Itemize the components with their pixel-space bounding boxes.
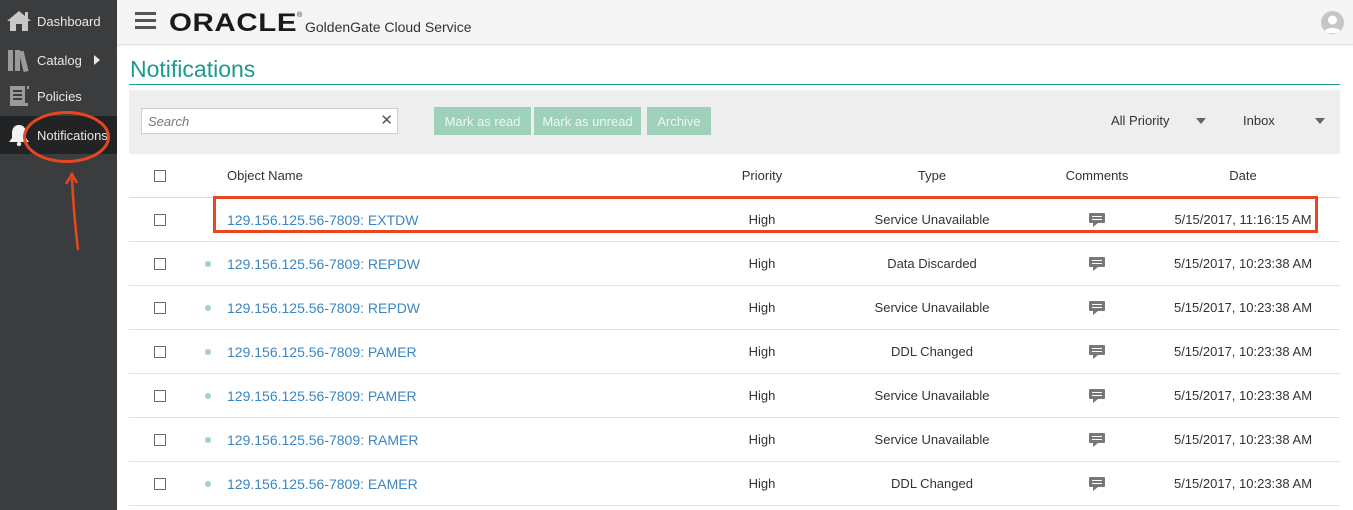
row-checkbox[interactable] bbox=[154, 213, 166, 226]
date-cell: 5/15/2017, 10:23:38 AM bbox=[1173, 432, 1313, 447]
column-header-type[interactable]: Type bbox=[862, 154, 1002, 197]
column-header-object-name[interactable]: Object Name bbox=[227, 154, 303, 197]
page-title: Notifications bbox=[130, 56, 256, 82]
comment-icon[interactable] bbox=[1089, 212, 1105, 227]
policy-icon bbox=[4, 81, 34, 111]
unread-dot-icon bbox=[205, 480, 211, 487]
date-cell: 5/15/2017, 10:23:38 AM bbox=[1173, 476, 1313, 491]
column-header-date[interactable]: Date bbox=[1173, 154, 1313, 197]
sidebar-item-notifications[interactable]: Notifications bbox=[0, 116, 117, 154]
folder-filter-value: Inbox bbox=[1243, 112, 1275, 128]
title-divider bbox=[129, 84, 1340, 85]
user-avatar-icon[interactable] bbox=[1321, 11, 1344, 34]
object-name-link[interactable]: 129.156.125.56-7809: PAMER bbox=[227, 344, 417, 360]
comment-icon[interactable] bbox=[1089, 432, 1105, 447]
table-body: 129.156.125.56-7809: EXTDW High Service Un… bbox=[129, 198, 1340, 506]
priority-cell: High bbox=[748, 256, 776, 271]
comment-icon[interactable] bbox=[1089, 344, 1105, 359]
priority-cell: High bbox=[748, 300, 776, 315]
unread-dot-icon bbox=[205, 304, 211, 311]
bell-icon bbox=[4, 120, 34, 150]
notifications-table: Object Name Priority Type Comments Date … bbox=[129, 154, 1340, 506]
mark-as-read-button[interactable]: Mark as read bbox=[434, 107, 531, 135]
select-all-checkbox[interactable] bbox=[154, 169, 166, 182]
sidebar: Dashboard Catalog Policies Notifications bbox=[0, 0, 117, 510]
sidebar-item-label: Policies bbox=[37, 88, 82, 104]
priority-cell: High bbox=[748, 344, 776, 359]
date-cell: 5/15/2017, 10:23:38 AM bbox=[1173, 300, 1313, 315]
unread-dot-icon bbox=[205, 260, 211, 267]
hamburger-menu-icon[interactable] bbox=[135, 12, 156, 30]
priority-filter-value: All Priority bbox=[1111, 112, 1170, 128]
comment-icon[interactable] bbox=[1089, 300, 1105, 315]
table-row[interactable]: 129.156.125.56-7809: EAMER High DDL Change… bbox=[129, 462, 1340, 506]
comment-icon[interactable] bbox=[1089, 256, 1105, 271]
table-row[interactable]: 129.156.125.56-7809: PAMER High DDL Change… bbox=[129, 330, 1340, 374]
sidebar-item-label: Notifications bbox=[37, 127, 108, 143]
folder-filter-select[interactable]: Inbox bbox=[1243, 108, 1333, 132]
app-header: ORACLE ® GoldenGate Cloud Service bbox=[117, 0, 1353, 45]
chevron-right-icon bbox=[93, 55, 100, 65]
priority-filter-select[interactable]: All Priority bbox=[1111, 108, 1211, 132]
sidebar-item-policies[interactable]: Policies bbox=[0, 77, 117, 115]
search-input[interactable] bbox=[142, 109, 372, 133]
type-cell: DDL Changed bbox=[891, 476, 973, 491]
comment-icon[interactable] bbox=[1089, 476, 1105, 491]
object-name-link[interactable]: 129.156.125.56-7809: EXTDW bbox=[227, 212, 418, 228]
type-cell: Service Unavailable bbox=[874, 432, 990, 447]
registered-mark: ® bbox=[297, 12, 303, 19]
object-name-link[interactable]: 129.156.125.56-7809: REPDW bbox=[227, 256, 420, 272]
service-name: GoldenGate Cloud Service bbox=[305, 19, 472, 35]
priority-cell: High bbox=[748, 432, 776, 447]
date-cell: 5/15/2017, 10:23:38 AM bbox=[1173, 344, 1313, 359]
type-cell: Service Unavailable bbox=[874, 300, 990, 315]
table-row[interactable]: 129.156.125.56-7809: RAMER High Service Un… bbox=[129, 418, 1340, 462]
table-row[interactable]: 129.156.125.56-7809: EXTDW High Service Un… bbox=[129, 198, 1340, 242]
table-row[interactable]: 129.156.125.56-7809: REPDW High Service Un… bbox=[129, 286, 1340, 330]
unread-dot-icon bbox=[205, 348, 211, 355]
priority-cell: High bbox=[748, 388, 776, 403]
table-row[interactable]: 129.156.125.56-7809: PAMER High Service Un… bbox=[129, 374, 1340, 418]
table-row[interactable]: 129.156.125.56-7809: REPDW High Data Disca… bbox=[129, 242, 1340, 286]
clear-search-icon[interactable]: ✕ bbox=[380, 112, 393, 130]
search-box: ✕ bbox=[141, 108, 398, 134]
date-cell: 5/15/2017, 10:23:38 AM bbox=[1173, 388, 1313, 403]
oracle-logo: ORACLE bbox=[169, 9, 298, 37]
table-header: Object Name Priority Type Comments Date bbox=[129, 154, 1340, 198]
type-cell: Data Discarded bbox=[887, 256, 977, 271]
object-name-link[interactable]: 129.156.125.56-7809: EAMER bbox=[227, 476, 418, 492]
type-cell: DDL Changed bbox=[891, 344, 973, 359]
toolbar: ✕ Mark as read Mark as unread Archive Al… bbox=[129, 90, 1340, 154]
home-icon bbox=[4, 6, 34, 36]
priority-cell: High bbox=[748, 476, 776, 491]
books-icon bbox=[4, 45, 34, 75]
date-cell: 5/15/2017, 11:16:15 AM bbox=[1174, 212, 1312, 227]
object-name-link[interactable]: 129.156.125.56-7809: RAMER bbox=[227, 432, 418, 448]
column-header-comments[interactable]: Comments bbox=[1047, 154, 1147, 197]
mark-as-unread-button[interactable]: Mark as unread bbox=[534, 107, 641, 135]
object-name-link[interactable]: 129.156.125.56-7809: PAMER bbox=[227, 388, 417, 404]
unread-dot-icon bbox=[205, 392, 211, 399]
sidebar-item-catalog[interactable]: Catalog bbox=[0, 41, 117, 79]
type-cell: Service Unavailable bbox=[874, 388, 990, 403]
unread-dot-icon bbox=[205, 436, 211, 443]
chevron-down-icon bbox=[1196, 118, 1206, 124]
chevron-down-icon bbox=[1315, 118, 1325, 124]
sidebar-item-dashboard[interactable]: Dashboard bbox=[0, 2, 117, 40]
sidebar-item-label: Catalog bbox=[37, 52, 82, 68]
comment-icon[interactable] bbox=[1089, 388, 1105, 403]
type-cell: Service Unavailable bbox=[874, 212, 990, 227]
column-header-priority[interactable]: Priority bbox=[712, 154, 812, 197]
date-cell: 5/15/2017, 10:23:38 AM bbox=[1173, 256, 1313, 271]
object-name-link[interactable]: 129.156.125.56-7809: REPDW bbox=[227, 300, 420, 316]
archive-button[interactable]: Archive bbox=[647, 107, 711, 135]
priority-cell: High bbox=[748, 212, 776, 227]
sidebar-item-label: Dashboard bbox=[37, 13, 101, 29]
